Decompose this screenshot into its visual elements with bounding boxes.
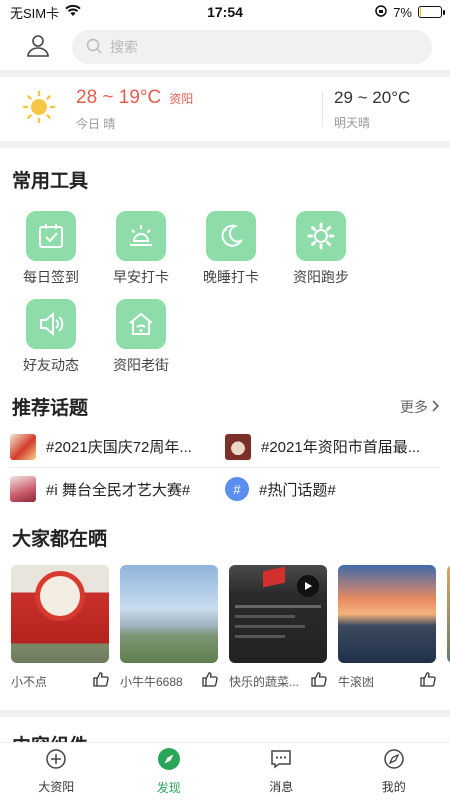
search-placeholder: 搜索 [110,39,138,55]
topic-thumbnail [10,476,36,502]
tool-friend-feed[interactable]: 好友动态 [6,299,96,375]
tool-label: 资阳跑步 [293,269,349,285]
tool-label: 好友动态 [23,357,79,373]
moon-stars-icon [206,211,256,261]
tab-discover[interactable]: 发现 [113,743,226,800]
topic-thumbnail [225,433,251,460]
share-card[interactable]: 小牛牛6688 [120,565,218,692]
thumbs-up-icon[interactable] [311,671,327,692]
topic-item[interactable]: #i 舞台全民才艺大赛# [10,468,225,510]
tab-messages[interactable]: 消息 [225,743,338,800]
tab-da-ziyang[interactable]: 大资阳 [0,743,113,800]
share-image [11,565,109,663]
compass-outline-icon [383,748,405,775]
battery-icon [418,6,445,18]
tool-label: 每日签到 [23,269,79,285]
sunrise-icon [116,211,166,261]
share-username: 小牛牛6688 [120,675,183,689]
weather-card[interactable]: 28 ~ 19°C 资阳 今日 晴 29 ~ 20°C 明天晴 [0,77,450,141]
hashtag-icon: # [225,477,249,501]
carrier-label: 无SIM卡 [10,5,60,21]
tool-ziyang-run[interactable]: 资阳跑步 [276,211,366,287]
topic-text: #2021庆国庆72周年... [46,439,192,456]
thumbs-up-icon[interactable] [420,671,436,692]
share-username: 小不点 [11,675,48,689]
shares-carousel[interactable]: 小不点 小牛牛6688 快乐的蔬菜... 牛滚凼 [0,565,450,692]
today-temperature: 28 ~ 19°C [76,86,162,108]
status-bar: 无SIM卡 17:54 7% [0,0,450,24]
thumbs-up-icon[interactable] [202,671,218,692]
topics-header: 推荐话题 更多 [0,393,450,420]
tools-grid: 每日签到 早安打卡 晚睡打卡 资阳跑步 好友动态 资阳老街 [0,211,450,387]
tab-label: 发现 [156,781,181,795]
discover-page: 无SIM卡 17:54 7% 搜索 28 ~ 19°C 资阳 今日 晴 29 ~… [0,0,450,800]
thumbs-up-icon[interactable] [93,671,109,692]
today-condition: 今日 晴 [76,116,116,131]
topic-text: #2021年资阳市首届最... [261,439,421,456]
compass-icon [157,747,181,776]
topic-thumbnail [10,433,36,460]
tab-label: 大资阳 [38,780,75,794]
share-image [338,565,436,663]
home-wifi-icon [116,299,166,349]
tool-night-checkin[interactable]: 晚睡打卡 [186,211,276,287]
topics-title: 推荐话题 [12,398,89,419]
tool-old-street[interactable]: 资阳老街 [96,299,186,375]
share-username: 快乐的蔬菜... [229,675,300,689]
city-label: 资阳 [169,91,194,106]
tool-label: 晚睡打卡 [203,269,259,285]
battery-percent: 7% [393,4,412,20]
more-topics-link[interactable]: 更多 [400,397,440,417]
share-image [120,565,218,663]
sun-icon [22,90,56,129]
calendar-check-icon [26,211,76,261]
shares-title: 大家都在晒 [12,529,108,550]
tab-label: 我的 [381,780,406,794]
chevron-right-icon [432,399,440,415]
tool-morning-checkin[interactable]: 早安打卡 [96,211,186,287]
gear-icon [296,211,346,261]
topic-item[interactable]: # #热门话题# [225,468,440,510]
play-icon[interactable] [297,575,319,597]
header: 搜索 [0,24,450,70]
share-card[interactable]: 小不点 [11,565,109,692]
tomorrow-temperature: 29 ~ 20°C [334,87,411,107]
tool-label: 资阳老街 [113,357,169,373]
share-card[interactable]: 牛滚凼 [338,565,436,692]
wifi-icon [65,4,81,20]
more-label: 更多 [400,398,428,415]
tab-label: 消息 [269,780,294,794]
search-icon [86,38,102,57]
share-image [229,565,327,663]
plus-circle-icon [45,748,67,775]
tab-mine[interactable]: 我的 [338,743,450,800]
topics-list: #2021庆国庆72周年... #2021年资阳市首届最... #i 舞台全民才… [0,426,450,510]
topic-text: #热门话题# [259,481,336,499]
speaker-icon [26,299,76,349]
tool-daily-signin[interactable]: 每日签到 [6,211,96,287]
rotation-lock-icon [375,4,387,20]
topic-text: #i 舞台全民才艺大赛# [46,481,191,499]
tomorrow-condition: 明天晴 [334,115,371,130]
search-input[interactable]: 搜索 [72,30,432,64]
topic-item[interactable]: #2021年资阳市首届最... [225,426,440,468]
tool-label: 早安打卡 [113,269,169,285]
message-icon [270,748,292,775]
share-username: 牛滚凼 [338,675,375,689]
clock: 17:54 [207,4,243,20]
tools-title: 常用工具 [12,171,89,192]
bottom-tab-bar: 大资阳 发现 消息 我的 [0,742,450,800]
share-card[interactable]: 快乐的蔬菜... [229,565,327,692]
topic-item[interactable]: #2021庆国庆72周年... [10,426,225,468]
user-icon[interactable] [26,33,50,62]
